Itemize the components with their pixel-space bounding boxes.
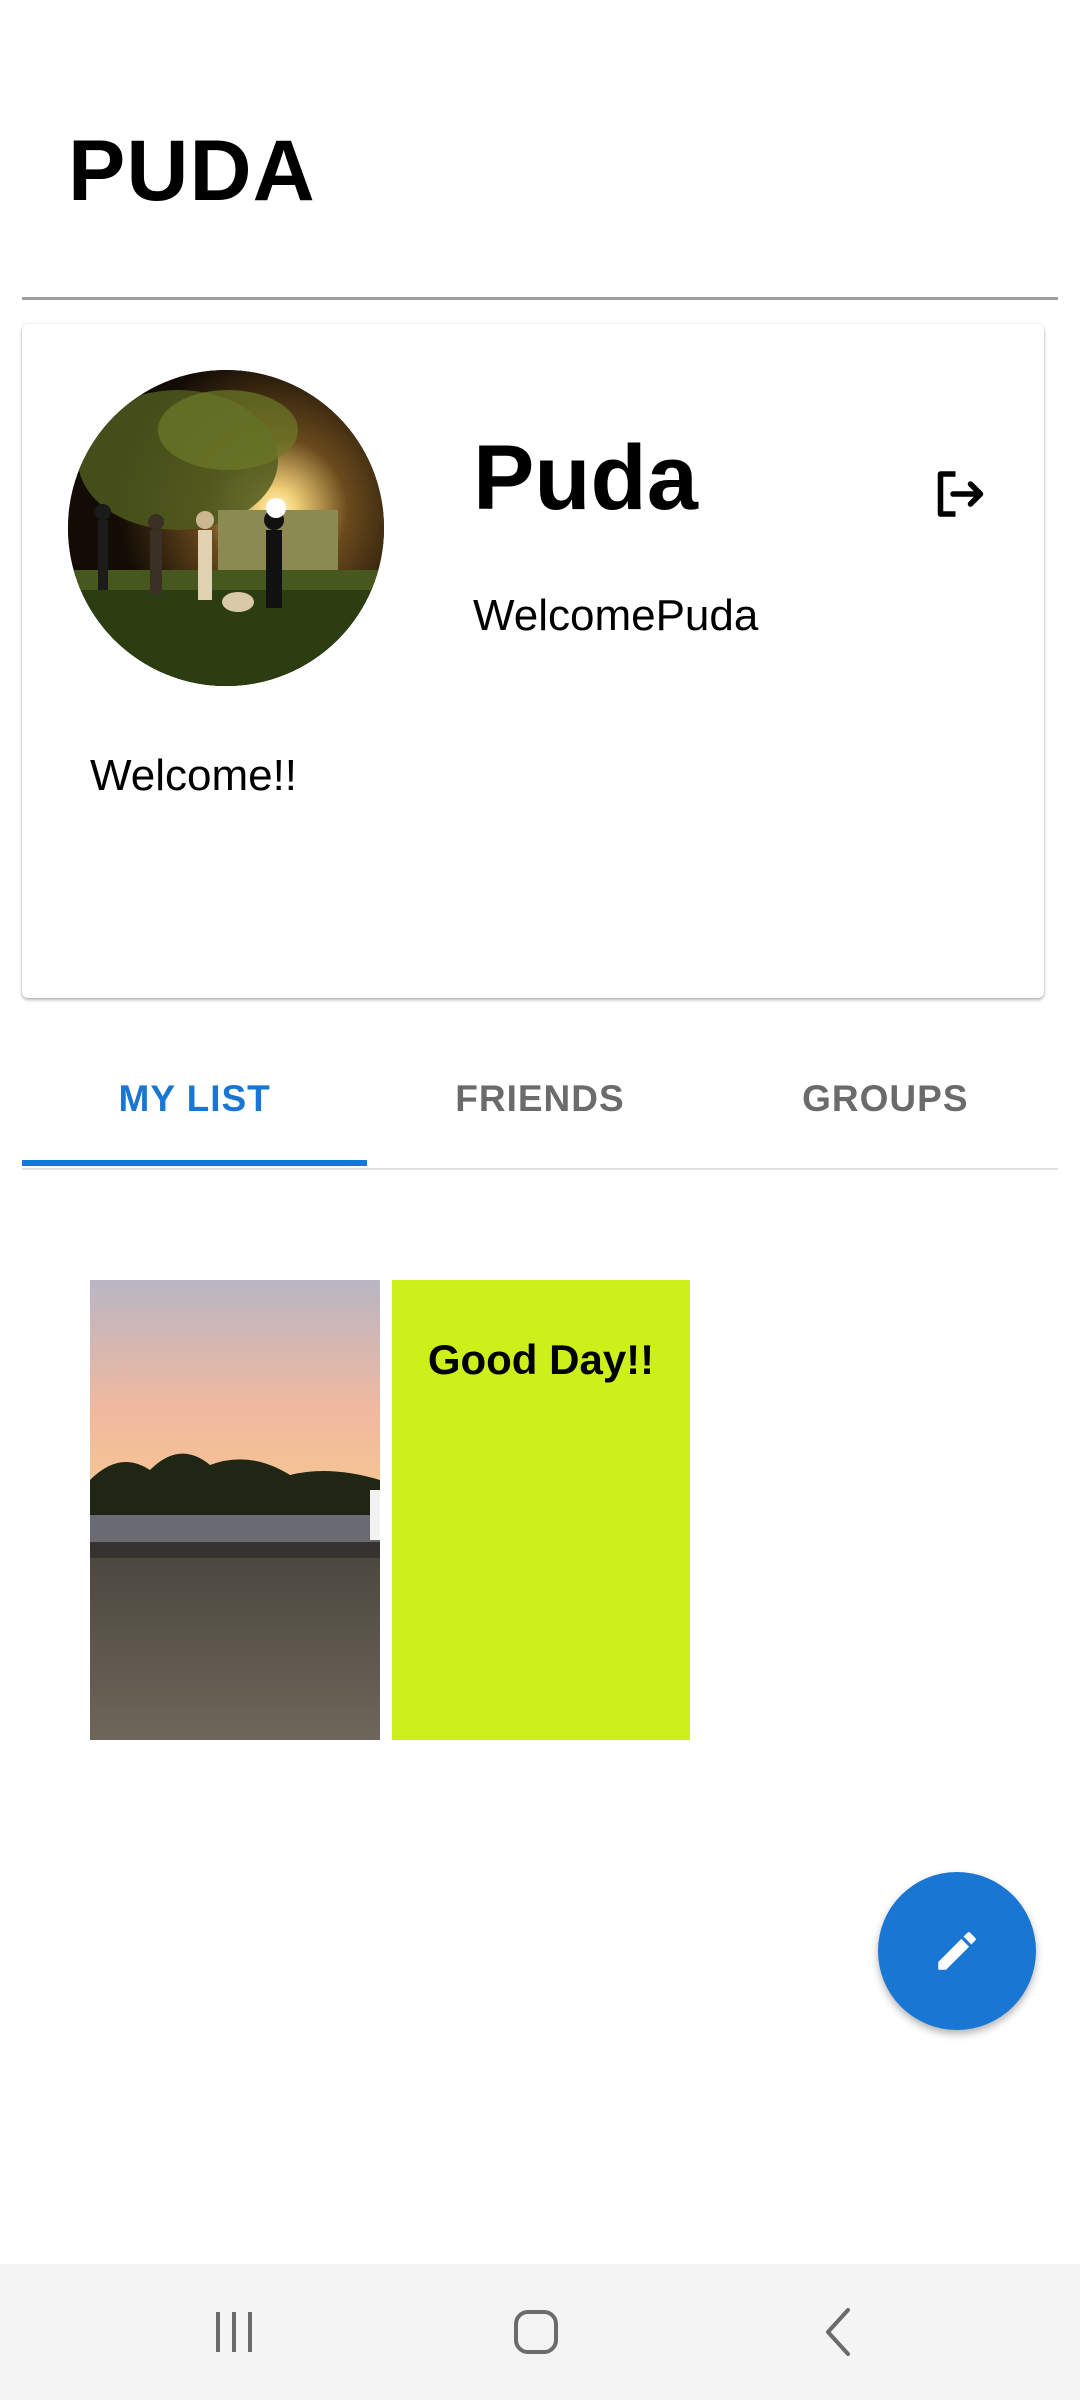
profile-name: Puda xyxy=(473,427,698,529)
home-icon xyxy=(514,2310,558,2354)
tab-groups[interactable]: GROUPS xyxy=(713,1030,1058,1168)
avatar-photo xyxy=(68,370,384,686)
sunset-beach-photo xyxy=(90,1280,380,1740)
profile-bio: Welcome!! xyxy=(90,751,298,800)
profile-tabs: MY LIST FRIENDS GROUPS xyxy=(22,1030,1058,1170)
logout-button[interactable] xyxy=(918,454,998,534)
tab-my-list[interactable]: MY LIST xyxy=(22,1030,367,1168)
app-title: PUDA xyxy=(68,123,316,219)
recent-apps-button[interactable] xyxy=(164,2264,304,2400)
post-text-card[interactable]: Good Day!! xyxy=(392,1280,690,1740)
profile-avatar[interactable] xyxy=(68,370,384,686)
system-navigation-bar xyxy=(0,2264,1080,2400)
profile-username: WelcomePuda xyxy=(473,591,759,640)
back-icon xyxy=(826,2308,850,2356)
back-button[interactable] xyxy=(770,2264,910,2400)
header-divider xyxy=(22,297,1058,300)
logout-icon xyxy=(937,471,984,517)
tab-friends[interactable]: FRIENDS xyxy=(367,1030,712,1168)
compose-button[interactable] xyxy=(878,1872,1036,2030)
active-tab-indicator xyxy=(22,1160,367,1166)
recent-apps-icon xyxy=(216,2312,252,2352)
profile-card: Puda WelcomePuda Welcome!! xyxy=(22,324,1044,998)
post-text: Good Day!! xyxy=(427,1336,655,1383)
post-image-thumbnail[interactable] xyxy=(90,1280,380,1740)
pencil-icon xyxy=(938,1932,976,1970)
home-button[interactable] xyxy=(466,2264,606,2400)
